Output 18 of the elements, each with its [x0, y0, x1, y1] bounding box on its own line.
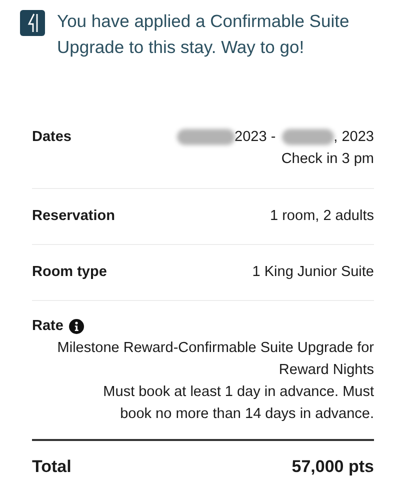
- row-label: Rate: [32, 317, 64, 336]
- upgrade-message: You have applied a Confirmable Suite Upgrade to this stay. Way to go!: [57, 10, 350, 59]
- redaction-blur: [282, 129, 334, 145]
- row-label: Dates: [32, 128, 72, 147]
- row-label: Reservation: [32, 207, 116, 226]
- row-label: Room type: [32, 263, 107, 282]
- row-value: 1 room, 2 adults: [270, 207, 374, 226]
- rate-name: Milestone Reward-Confirmable Suite Upgrade for Reward Nights: [56, 339, 374, 380]
- total-value: 57,000 pts: [292, 456, 374, 478]
- rate-terms: Must book at least 1 day in advance. Must book no more than 14 days in advance.: [102, 383, 374, 424]
- logo-icon: [20, 10, 45, 36]
- check-in-time: Check in 3 pm: [281, 150, 374, 169]
- date-text: , 2023: [334, 128, 374, 147]
- row-value: 1 King Junior Suite: [252, 263, 374, 282]
- info-icon[interactable]: [69, 318, 84, 334]
- redaction-blur: [176, 129, 235, 145]
- total-label: Total: [32, 456, 72, 478]
- date-text: 2023 -: [234, 128, 276, 147]
